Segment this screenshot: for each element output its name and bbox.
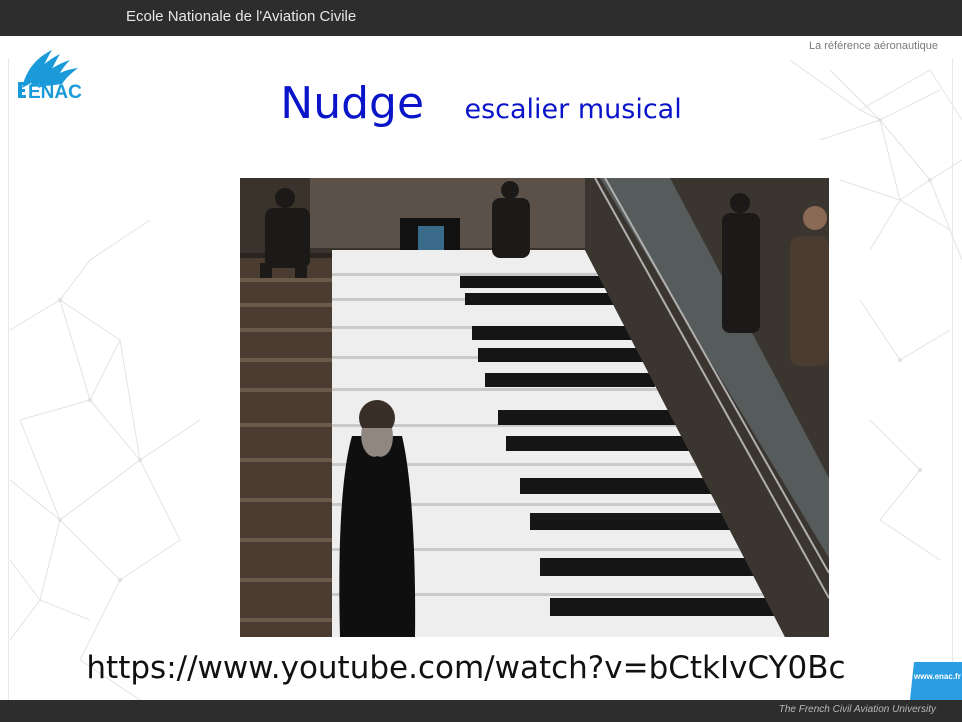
slide-title: Nudge xyxy=(280,78,425,129)
piano-staircase-video-frame-icon xyxy=(240,178,829,637)
video-url-text[interactable]: https://www.youtube.com/watch?v=bCtkIvCY… xyxy=(86,650,845,686)
website-badge-text[interactable]: www.enac.fr xyxy=(914,672,961,681)
right-border-line xyxy=(952,58,953,700)
header-tagline: La référence aéronautique xyxy=(808,40,938,52)
slide: Ecole Nationale de l'Aviation Civile La … xyxy=(0,0,962,722)
video-url-link[interactable]: https://www.youtube.com/watch?v=bCtkIvCY… xyxy=(0,650,962,686)
header-title: Ecole Nationale de l'Aviation Civile xyxy=(126,8,357,25)
video-frame[interactable] xyxy=(240,178,829,637)
slide-subtitle: escalier musical xyxy=(464,94,682,125)
website-badge-icon xyxy=(910,662,962,700)
footer-tagline: The French Civil Aviation University xyxy=(778,704,936,715)
left-border-line xyxy=(8,58,9,700)
slide-title-block: Nudge escalier musical xyxy=(0,78,962,129)
